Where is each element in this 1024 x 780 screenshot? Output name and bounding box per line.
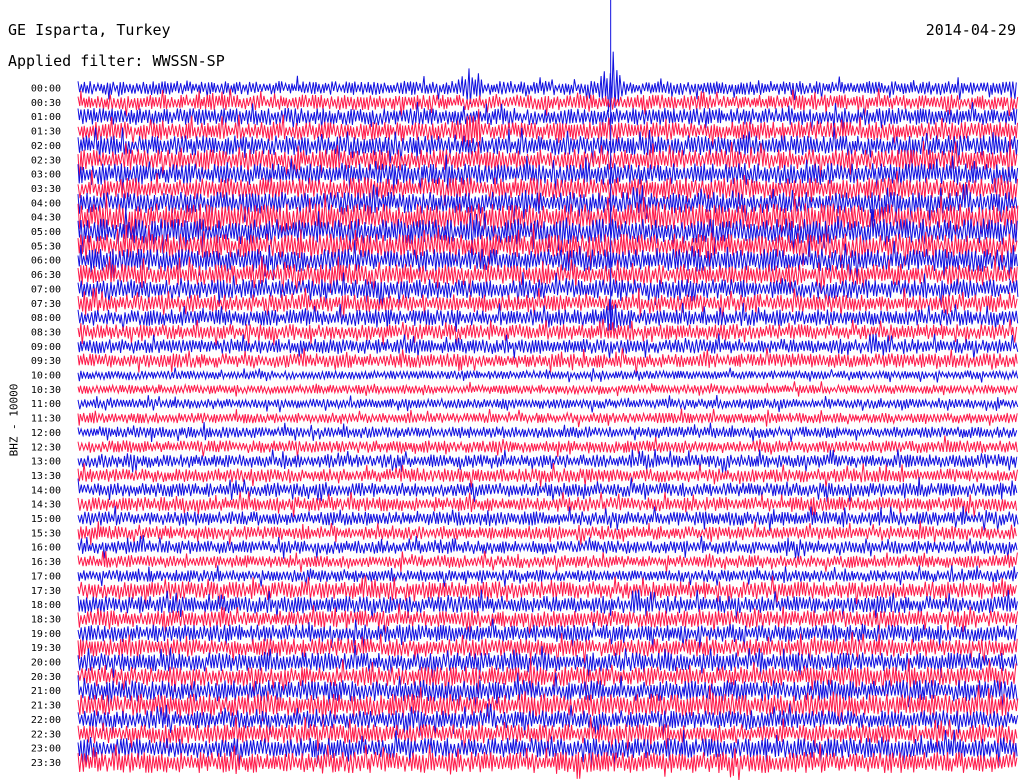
date-label: 2014-04-29 (925, 21, 1016, 39)
row-label-0500: 05:00 (31, 227, 61, 238)
helicorder-plot: 00:00 00:30 01:00 01:30 02:00 02:30 03:00 03:30… (31, 0, 1019, 780)
row-label-1200: 12:00 (31, 428, 61, 439)
trace-group (77, 0, 1019, 780)
row-label-0900: 09:00 (31, 342, 61, 353)
row-label-0930: 09:30 (31, 356, 61, 367)
trace-row-1600 (77, 535, 1018, 559)
row-label-1430: 14:30 (31, 500, 61, 511)
row-label-1030: 10:30 (31, 385, 61, 396)
row-label-1400: 14:00 (31, 485, 61, 496)
row-label-2200: 22:00 (31, 715, 61, 726)
row-label-1700: 17:00 (31, 571, 61, 582)
row-label-0700: 07:00 (31, 284, 61, 295)
trace-row-1330 (77, 462, 1018, 488)
row-label-1630: 16:30 (31, 557, 61, 568)
row-label-0000: 00:00 (31, 84, 61, 95)
trace-row-1530 (77, 520, 1017, 545)
row-label-2330: 23:30 (31, 758, 61, 769)
trace-row-1230 (77, 435, 1018, 458)
trace-row-1700 (77, 565, 1018, 587)
trace-row-1100 (77, 395, 1019, 413)
row-label-0830: 08:30 (31, 327, 61, 338)
row-label-0630: 06:30 (31, 270, 61, 281)
row-label-2130: 21:30 (31, 701, 61, 712)
trace-row-1200 (77, 422, 1018, 443)
row-label-1600: 16:00 (31, 543, 61, 554)
row-label-0100: 01:00 (31, 112, 61, 123)
row-label-0300: 03:00 (31, 170, 61, 181)
row-label-1830: 18:30 (31, 614, 61, 625)
row-label-1930: 19:30 (31, 643, 61, 654)
row-label-1500: 15:00 (31, 514, 61, 525)
row-label-1330: 13:30 (31, 471, 61, 482)
row-label-2030: 20:30 (31, 672, 61, 683)
trace-row-0930 (77, 347, 1018, 374)
row-label-0400: 04:00 (31, 198, 61, 209)
row-label-2230: 22:30 (31, 729, 61, 740)
row-label-0030: 00:30 (31, 98, 61, 109)
row-label-0730: 07:30 (31, 299, 61, 310)
row-label-0530: 05:30 (31, 241, 61, 252)
row-label-0230: 02:30 (31, 155, 61, 166)
row-label-1130: 11:30 (31, 414, 61, 425)
row-label-2000: 20:00 (31, 658, 61, 669)
trace-row-1030 (77, 381, 1018, 397)
filter-label: Applied filter: WWSSN-SP (8, 52, 225, 70)
row-label-2300: 23:00 (31, 744, 61, 755)
row-label-1800: 18:00 (31, 600, 61, 611)
y-axis-label: BHZ - 10000 (7, 383, 21, 457)
row-tick-labels: 00:00 00:30 01:00 01:30 02:00 02:30 03:00 03:30… (31, 84, 61, 769)
row-label-0130: 01:30 (31, 127, 61, 138)
trace-row-1500 (77, 505, 1019, 531)
trace-row-1400 (77, 477, 1018, 503)
row-label-1000: 10:00 (31, 371, 61, 382)
row-label-1300: 13:00 (31, 457, 61, 468)
trace-row-1630 (77, 550, 1018, 573)
row-label-0200: 02:00 (31, 141, 61, 152)
row-label-0330: 03:30 (31, 184, 61, 195)
row-label-1730: 17:30 (31, 586, 61, 597)
row-label-1230: 12:30 (31, 442, 61, 453)
station-title: GE Isparta, Turkey (8, 21, 171, 39)
row-label-2100: 21:00 (31, 686, 61, 697)
row-label-0430: 04:30 (31, 213, 61, 224)
row-label-0800: 08:00 (31, 313, 61, 324)
row-label-1100: 11:00 (31, 399, 61, 410)
trace-row-1000 (77, 367, 1019, 383)
row-label-0600: 06:00 (31, 256, 61, 267)
row-label-1900: 19:00 (31, 629, 61, 640)
trace-row-1130 (77, 408, 1018, 428)
row-label-1530: 15:30 (31, 528, 61, 539)
